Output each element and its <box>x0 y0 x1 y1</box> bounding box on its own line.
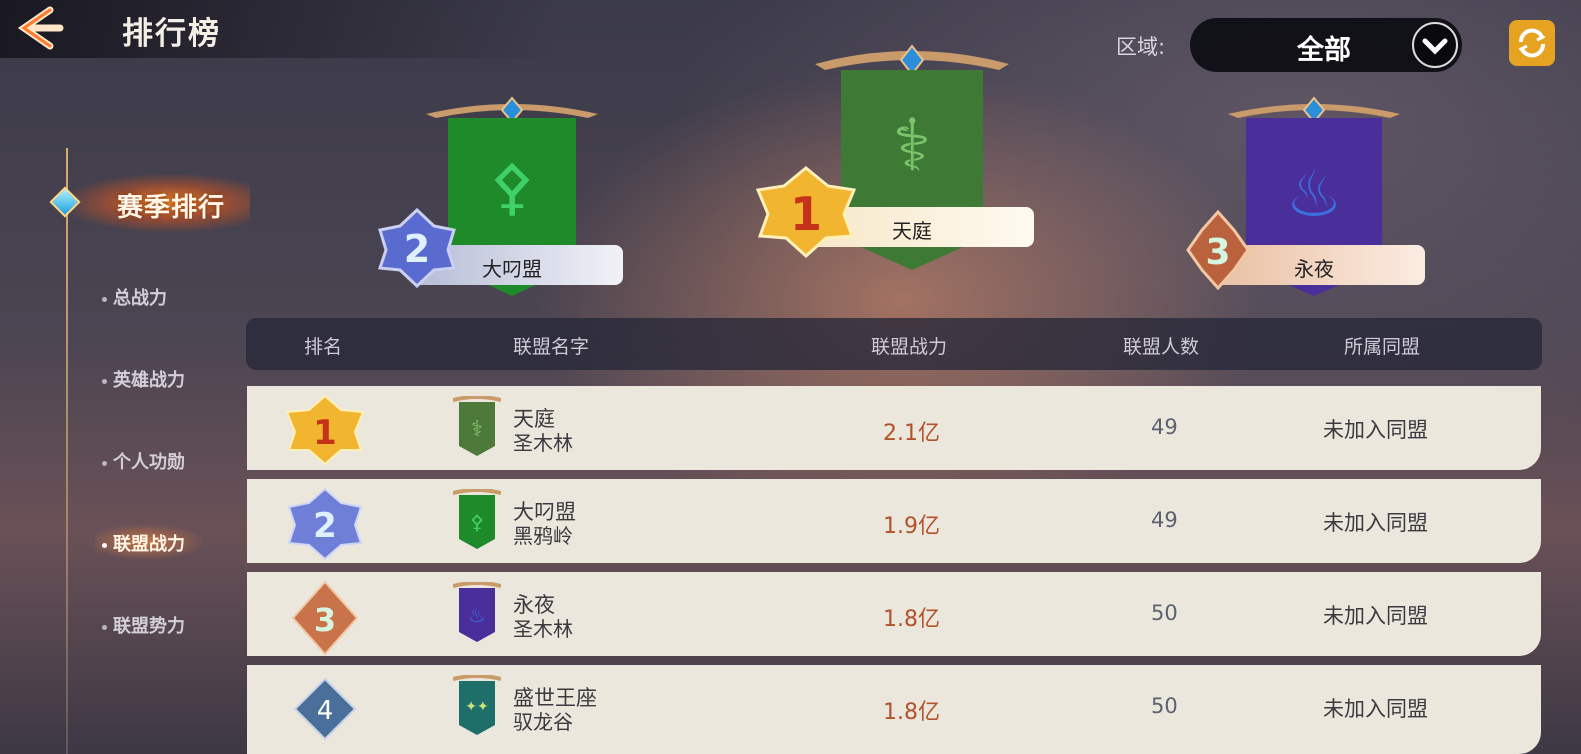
svg-text:♨: ♨ <box>468 603 486 627</box>
bullet-icon <box>102 378 107 384</box>
page-title: 排行榜 <box>122 16 221 52</box>
header-member-count: 联盟人数 <box>1123 336 1200 358</box>
sidebar-item-hero-power[interactable]: 英雄战力 <box>102 366 185 392</box>
alliance-server: 圣木林 <box>513 431 573 455</box>
sidebar-item-label: 个人功勋 <box>113 452 185 473</box>
rank-number: 2 <box>404 227 430 271</box>
rank-number: 1 <box>313 413 337 453</box>
rank-3-badge-icon: 3 <box>1186 209 1250 294</box>
alliance-server: 黑鸦岭 <box>513 524 573 548</box>
bullet-icon <box>102 460 107 466</box>
back-button[interactable] <box>10 4 66 56</box>
header-alliance-name: 联盟名字 <box>513 336 590 358</box>
rank-1-badge-icon: 1 <box>285 394 365 470</box>
svg-text:⚕: ⚕ <box>893 103 932 187</box>
bullet-icon <box>102 624 107 630</box>
sidebar-item-label: 联盟势力 <box>113 616 185 637</box>
sidebar-item-label: 联盟战力 <box>113 534 185 555</box>
affiliation: 未加入同盟 <box>1323 418 1428 442</box>
rank-2-badge-icon: 2 <box>377 207 457 292</box>
podium-name: 大叼盟 <box>482 257 542 281</box>
rank-1-badge-icon: 1 <box>755 166 857 262</box>
alliance-flag-icon: ⚕ <box>452 395 502 462</box>
podium-name: 天庭 <box>892 219 932 243</box>
refresh-icon <box>1518 28 1546 58</box>
table-row[interactable]: 1 ⚕ 天庭 圣木林 2.1亿 49 未加入同盟 <box>247 386 1541 470</box>
alliance-server: 圣木林 <box>513 617 573 641</box>
rank-4-badge-icon: 4 <box>293 677 357 745</box>
bullet-icon <box>102 542 107 548</box>
header-rank: 排名 <box>304 336 343 358</box>
season-tab-label: 赛季排行 <box>117 193 226 223</box>
bullet-icon <box>102 296 107 302</box>
region-label: 区域: <box>1116 35 1166 59</box>
svg-text:⚴: ⚴ <box>470 510 485 534</box>
table-row[interactable]: 4 ✦✦ 盛世王座 驭龙谷 1.8亿 50 未加入同盟 <box>247 665 1541 754</box>
rank-3-badge-icon: 3 <box>285 580 365 660</box>
alliance-flag-icon: ♨ <box>452 581 502 648</box>
alliance-flag-icon: ✦✦ <box>452 674 502 741</box>
rank-2-badge-icon: 2 <box>285 487 365 565</box>
header-alliance-power: 联盟战力 <box>871 336 948 358</box>
podium-name-rank3[interactable]: 永夜 <box>1222 245 1425 285</box>
sidebar-item-total-power[interactable]: 总战力 <box>102 284 167 310</box>
svg-text:⚴: ⚴ <box>489 150 534 223</box>
svg-text:⚕: ⚕ <box>471 417 483 442</box>
table-row[interactable]: 2 ⚴ 大叼盟 黑鸦岭 1.9亿 49 未加入同盟 <box>247 479 1541 563</box>
member-count: 49 <box>1151 415 1178 439</box>
region-dropdown[interactable]: 全部 <box>1190 18 1462 72</box>
sidebar-line <box>66 148 68 754</box>
podium-name: 永夜 <box>1294 257 1334 281</box>
table-header: 排名 联盟名字 联盟战力 联盟人数 所属同盟 <box>246 318 1542 370</box>
affiliation: 未加入同盟 <box>1323 697 1428 721</box>
sidebar-item-personal-merit[interactable]: 个人功勋 <box>102 448 185 474</box>
rank-number: 2 <box>313 506 337 546</box>
rank-number: 1 <box>790 187 822 241</box>
affiliation: 未加入同盟 <box>1323 511 1428 535</box>
member-count: 50 <box>1151 694 1178 718</box>
svg-text:✦✦: ✦✦ <box>465 699 489 715</box>
refresh-button[interactable] <box>1509 20 1555 66</box>
affiliation: 未加入同盟 <box>1323 604 1428 628</box>
rank-number: 4 <box>317 696 334 726</box>
top-bar <box>0 0 560 58</box>
table-row[interactable]: 3 ♨ 永夜 圣木林 1.8亿 50 未加入同盟 <box>247 572 1541 656</box>
header-affiliation: 所属同盟 <box>1344 336 1421 358</box>
alliance-flag-icon: ⚴ <box>452 488 502 555</box>
back-arrow-icon <box>17 6 64 50</box>
alliance-power: 1.8亿 <box>883 607 940 632</box>
rank-number: 3 <box>314 601 336 639</box>
sidebar-item-alliance-power[interactable]: 联盟战力 <box>102 530 185 556</box>
svg-text:♨: ♨ <box>1285 158 1342 232</box>
sidebar-item-label: 总战力 <box>113 288 167 309</box>
member-count: 50 <box>1151 601 1178 625</box>
rank-number: 3 <box>1205 232 1230 273</box>
sidebar-item-label: 英雄战力 <box>113 370 185 391</box>
member-count: 49 <box>1151 508 1178 532</box>
alliance-power: 1.9亿 <box>883 514 940 539</box>
chevron-down-icon <box>1412 22 1458 68</box>
gem-icon <box>49 186 81 218</box>
sidebar-item-alliance-influence[interactable]: 联盟势力 <box>102 612 185 638</box>
tab-season-ranking[interactable]: 赛季排行 <box>49 174 250 232</box>
alliance-power: 1.8亿 <box>883 700 940 725</box>
alliance-server: 驭龙谷 <box>513 710 573 734</box>
alliance-power: 2.1亿 <box>883 421 940 446</box>
